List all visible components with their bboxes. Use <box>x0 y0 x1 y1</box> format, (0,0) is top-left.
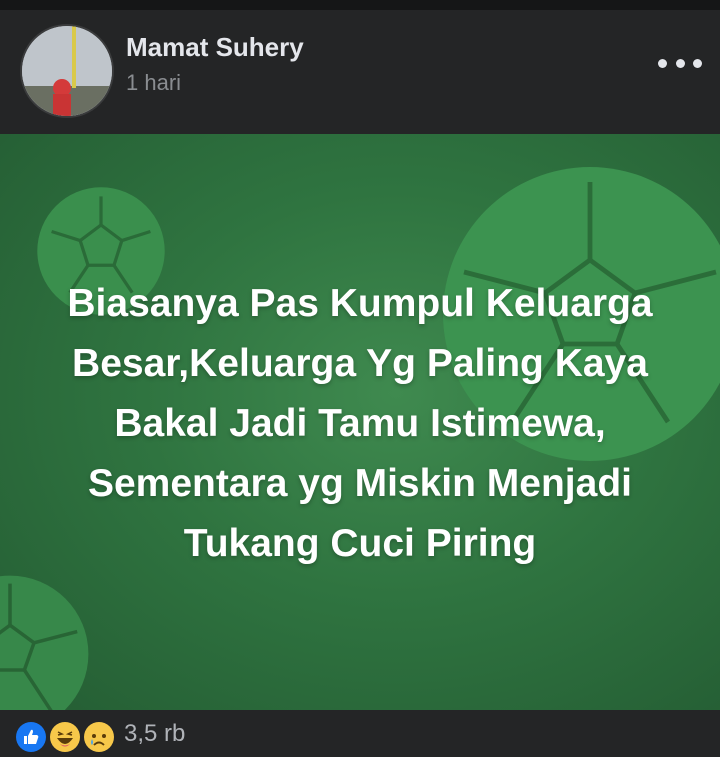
status-bar <box>0 0 720 10</box>
dot-icon <box>658 58 667 68</box>
reactions-bar[interactable]: 3,5 rb <box>0 710 720 757</box>
sad-icon[interactable] <box>82 720 116 754</box>
post-header: Mamat Suhery 1 hari <box>0 10 720 134</box>
soccer-ball-decoration <box>0 574 90 710</box>
dot-icon <box>693 58 702 68</box>
post-text: Biasanya Pas Kumpul Keluarga Besar,Kelua… <box>67 282 653 565</box>
author-avatar[interactable] <box>20 24 114 118</box>
dot-icon <box>675 58 685 68</box>
reaction-count[interactable]: 3,5 rb <box>124 720 185 748</box>
like-icon[interactable] <box>14 720 48 754</box>
post-background[interactable]: Biasanya Pas Kumpul Keluarga Besar,Kelua… <box>0 134 720 710</box>
haha-icon[interactable] <box>48 720 82 754</box>
author-name[interactable]: Mamat Suhery <box>126 32 304 63</box>
more-options-button[interactable] <box>658 48 702 78</box>
post-timestamp[interactable]: 1 hari <box>126 70 181 96</box>
